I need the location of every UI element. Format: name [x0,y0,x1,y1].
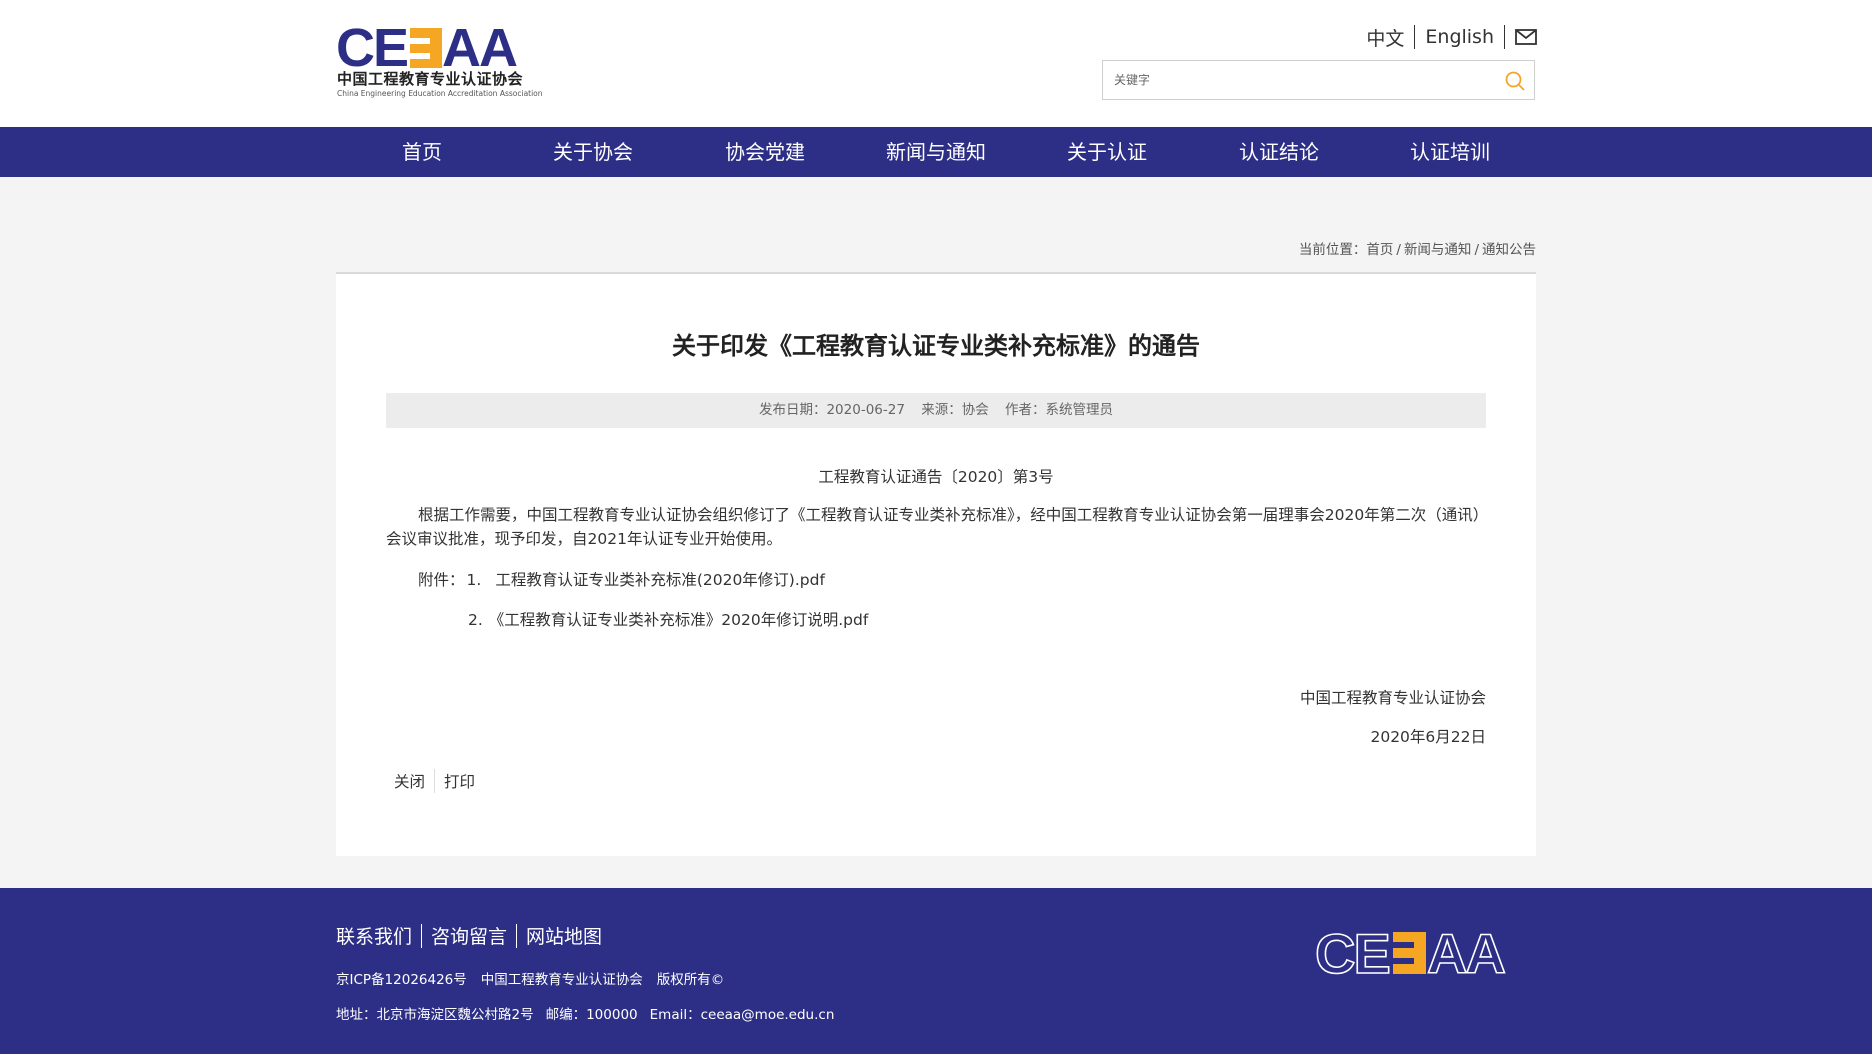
svg-text:AA: AA [442,22,517,72]
footer-links: 联系我们 咨询留言 网站地图 [336,922,611,949]
footer-link-feedback[interactable]: 咨询留言 [422,922,516,949]
close-button[interactable]: 关闭 [394,770,434,792]
nav-item-home[interactable]: 首页 [402,127,442,177]
nav-item-about-association[interactable]: 关于协会 [553,127,633,177]
footer-ceeaa-logo: CE AA [1314,926,1507,978]
breadcrumb-news[interactable]: 新闻与通知 [1404,242,1472,258]
lang-chinese-link[interactable]: 中文 [1356,24,1414,51]
copyright: 版权所有© [656,972,725,988]
attachments-label: 附件： [418,571,465,589]
logo-chinese-name: 中国工程教育专业认证协会 [337,70,524,88]
breadcrumb-separator: / [1474,242,1479,258]
publish-date: 发布日期：2020-06-27 [758,402,905,418]
footer-link-sitemap[interactable]: 网站地图 [517,922,611,949]
svg-text:CE: CE [1315,926,1389,978]
breadcrumb-home[interactable]: 首页 [1366,242,1393,258]
breadcrumb: 当前位置：首页 / 新闻与通知 / 通知公告 [1299,238,1536,258]
nav-item-party-building[interactable]: 协会党建 [725,127,805,177]
footer-address-line: 地址：北京市海淀区魏公村路2号 邮编：100000 Email：ceeaa@moe.… [336,1003,846,1023]
ceeaa-logo-mark: CE AA [336,22,519,72]
footer-org: 中国工程教育专业认证协会 [480,972,643,988]
attachment-number: 1. [466,571,482,589]
article-author: 作者：系统管理员 [1005,402,1114,418]
signature-organization: 中国工程教育专业认证协会 [1299,689,1486,707]
main-nav: 首页 关于协会 协会党建 新闻与通知 关于认证 认证结论 认证培训 [0,127,1872,177]
footer-icp-line: 京ICP备12026426号 中国工程教育专业认证协会 版权所有© [336,968,738,988]
address: 地址：北京市海淀区魏公村路2号 [336,1007,534,1023]
email: Email：ceeaa@moe.edu.cn [649,1007,835,1023]
signature-date: 2020年6月22日 [1370,728,1486,746]
nav-item-accreditation-results[interactable]: 认证结论 [1239,127,1319,177]
attachment-item: 2. 《工程教育认证专业类补充标准》2020年修订说明.pdf [468,608,868,630]
article-body: 根据工作需要，中国工程教育专业认证协会组织修订了《工程教育认证专业类补充标准》，… [386,506,1481,548]
svg-text:AA: AA [1427,926,1504,978]
print-button[interactable]: 打印 [435,770,484,792]
lang-english-link[interactable]: English [1415,26,1504,48]
attachment-number: 2. [468,611,483,629]
attachment-link[interactable]: 工程教育认证专业类补充标准(2020年修订).pdf [495,571,825,589]
language-switcher: 中文 English [1356,22,1537,52]
breadcrumb-prefix: 当前位置： [1298,242,1367,258]
mail-icon[interactable] [1505,29,1537,45]
logo-english-name: China Engineering Education Accreditatio… [337,89,543,98]
svg-text:CE: CE [336,22,407,72]
article-source: 来源：协会 [921,402,989,418]
attachment-link[interactable]: 《工程教育认证专业类补充标准》2020年修订说明.pdf [489,611,869,629]
nav-item-accreditation-training[interactable]: 认证培训 [1410,127,1490,177]
article-panel: 关于印发《工程教育认证专业类补充标准》的通告 发布日期：2020-06-27 来… [336,272,1536,856]
footer-link-contact[interactable]: 联系我们 [336,922,421,949]
site-header: CE AA 中国工程教育专业认证协会 China Engineering Edu… [0,0,1872,127]
notice-number: 工程教育认证通告〔2020〕第3号 [818,468,1054,486]
search-icon[interactable] [1504,70,1526,92]
article-actions: 关闭 打印 [394,768,484,794]
attachment-item: 附件： 1. 工程教育认证专业类补充标准(2020年修订).pdf [418,568,825,590]
site-footer: 联系我们 咨询留言 网站地图 京ICP备12026426号 中国工程教育专业认证协… [0,888,1872,1054]
search-box [1102,60,1535,100]
article-meta: 发布日期：2020-06-27 来源：协会 作者：系统管理员 [386,393,1486,428]
postcode: 邮编：100000 [545,1007,638,1023]
icp-number: 京ICP备12026426号 [336,972,467,988]
breadcrumb-separator: / [1396,242,1401,258]
search-input[interactable] [1103,61,1499,99]
site-logo[interactable]: CE AA 中国工程教育专业认证协会 China Engineering Edu… [336,22,546,102]
breadcrumb-notices[interactable]: 通知公告 [1482,242,1536,258]
article-title: 关于印发《工程教育认证专业类补充标准》的通告 [672,332,1200,360]
nav-item-news-notices[interactable]: 新闻与通知 [886,127,986,177]
nav-item-about-accreditation[interactable]: 关于认证 [1067,127,1147,177]
